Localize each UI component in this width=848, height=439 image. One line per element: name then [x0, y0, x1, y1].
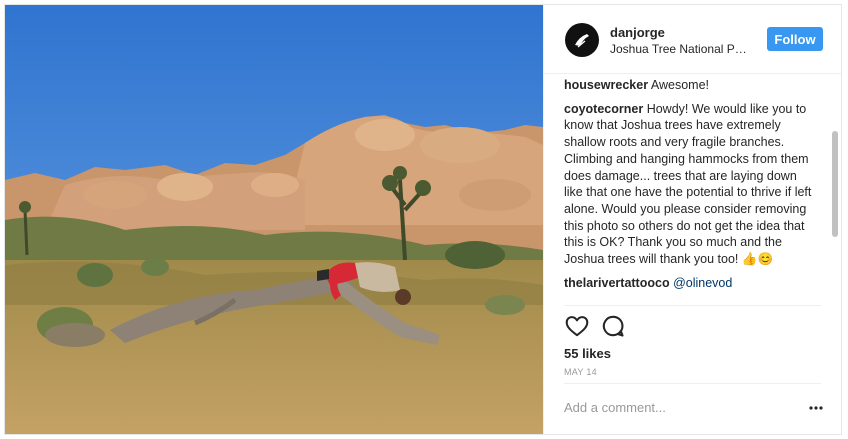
likes-count[interactable]: 55 likes: [564, 346, 611, 361]
add-comment-input[interactable]: [564, 397, 794, 417]
username[interactable]: danjorge: [610, 25, 665, 40]
heart-outline-icon: [565, 316, 589, 337]
avatar-logo-icon: [575, 34, 589, 48]
speech-bubble-icon: [602, 315, 624, 337]
comment: housewrecker Awesome!: [564, 77, 812, 94]
divider: [564, 305, 821, 306]
ellipsis-icon: [809, 406, 823, 410]
comment-username[interactable]: housewrecker: [564, 78, 648, 92]
comment-mention[interactable]: @olinevod: [673, 276, 732, 290]
post-date[interactable]: MAY 14: [564, 367, 597, 377]
more-options-button[interactable]: [808, 400, 824, 416]
post-sidebar: danjorge Joshua Tree National Park Follo…: [543, 5, 841, 434]
avatar[interactable]: [565, 23, 599, 57]
comment-button[interactable]: [600, 313, 626, 339]
like-button[interactable]: [564, 313, 590, 339]
comment-username[interactable]: coyotecorner: [564, 102, 643, 116]
comments-list[interactable]: housewrecker Awesome! coyotecorner Howdy…: [544, 77, 841, 305]
post-photo[interactable]: [5, 5, 543, 434]
post-card: danjorge Joshua Tree National Park Follo…: [4, 4, 842, 435]
comment: coyotecorner Howdy! We would like you to…: [564, 101, 812, 268]
comment-text: Howdy! We would like you to know that Jo…: [564, 101, 812, 267]
joshua-tree-photo: [5, 5, 543, 434]
post-header: danjorge Joshua Tree National Park Follo…: [544, 5, 841, 74]
location-link[interactable]: Joshua Tree National Park: [610, 42, 750, 56]
comment-text: Awesome!: [650, 78, 710, 92]
follow-button[interactable]: Follow: [767, 27, 823, 51]
comment: thelarivertattooco @olinevod: [564, 275, 812, 292]
divider: [564, 383, 821, 384]
comment-username[interactable]: thelarivertattooco: [564, 276, 670, 290]
comments-scrollbar[interactable]: [832, 131, 838, 237]
